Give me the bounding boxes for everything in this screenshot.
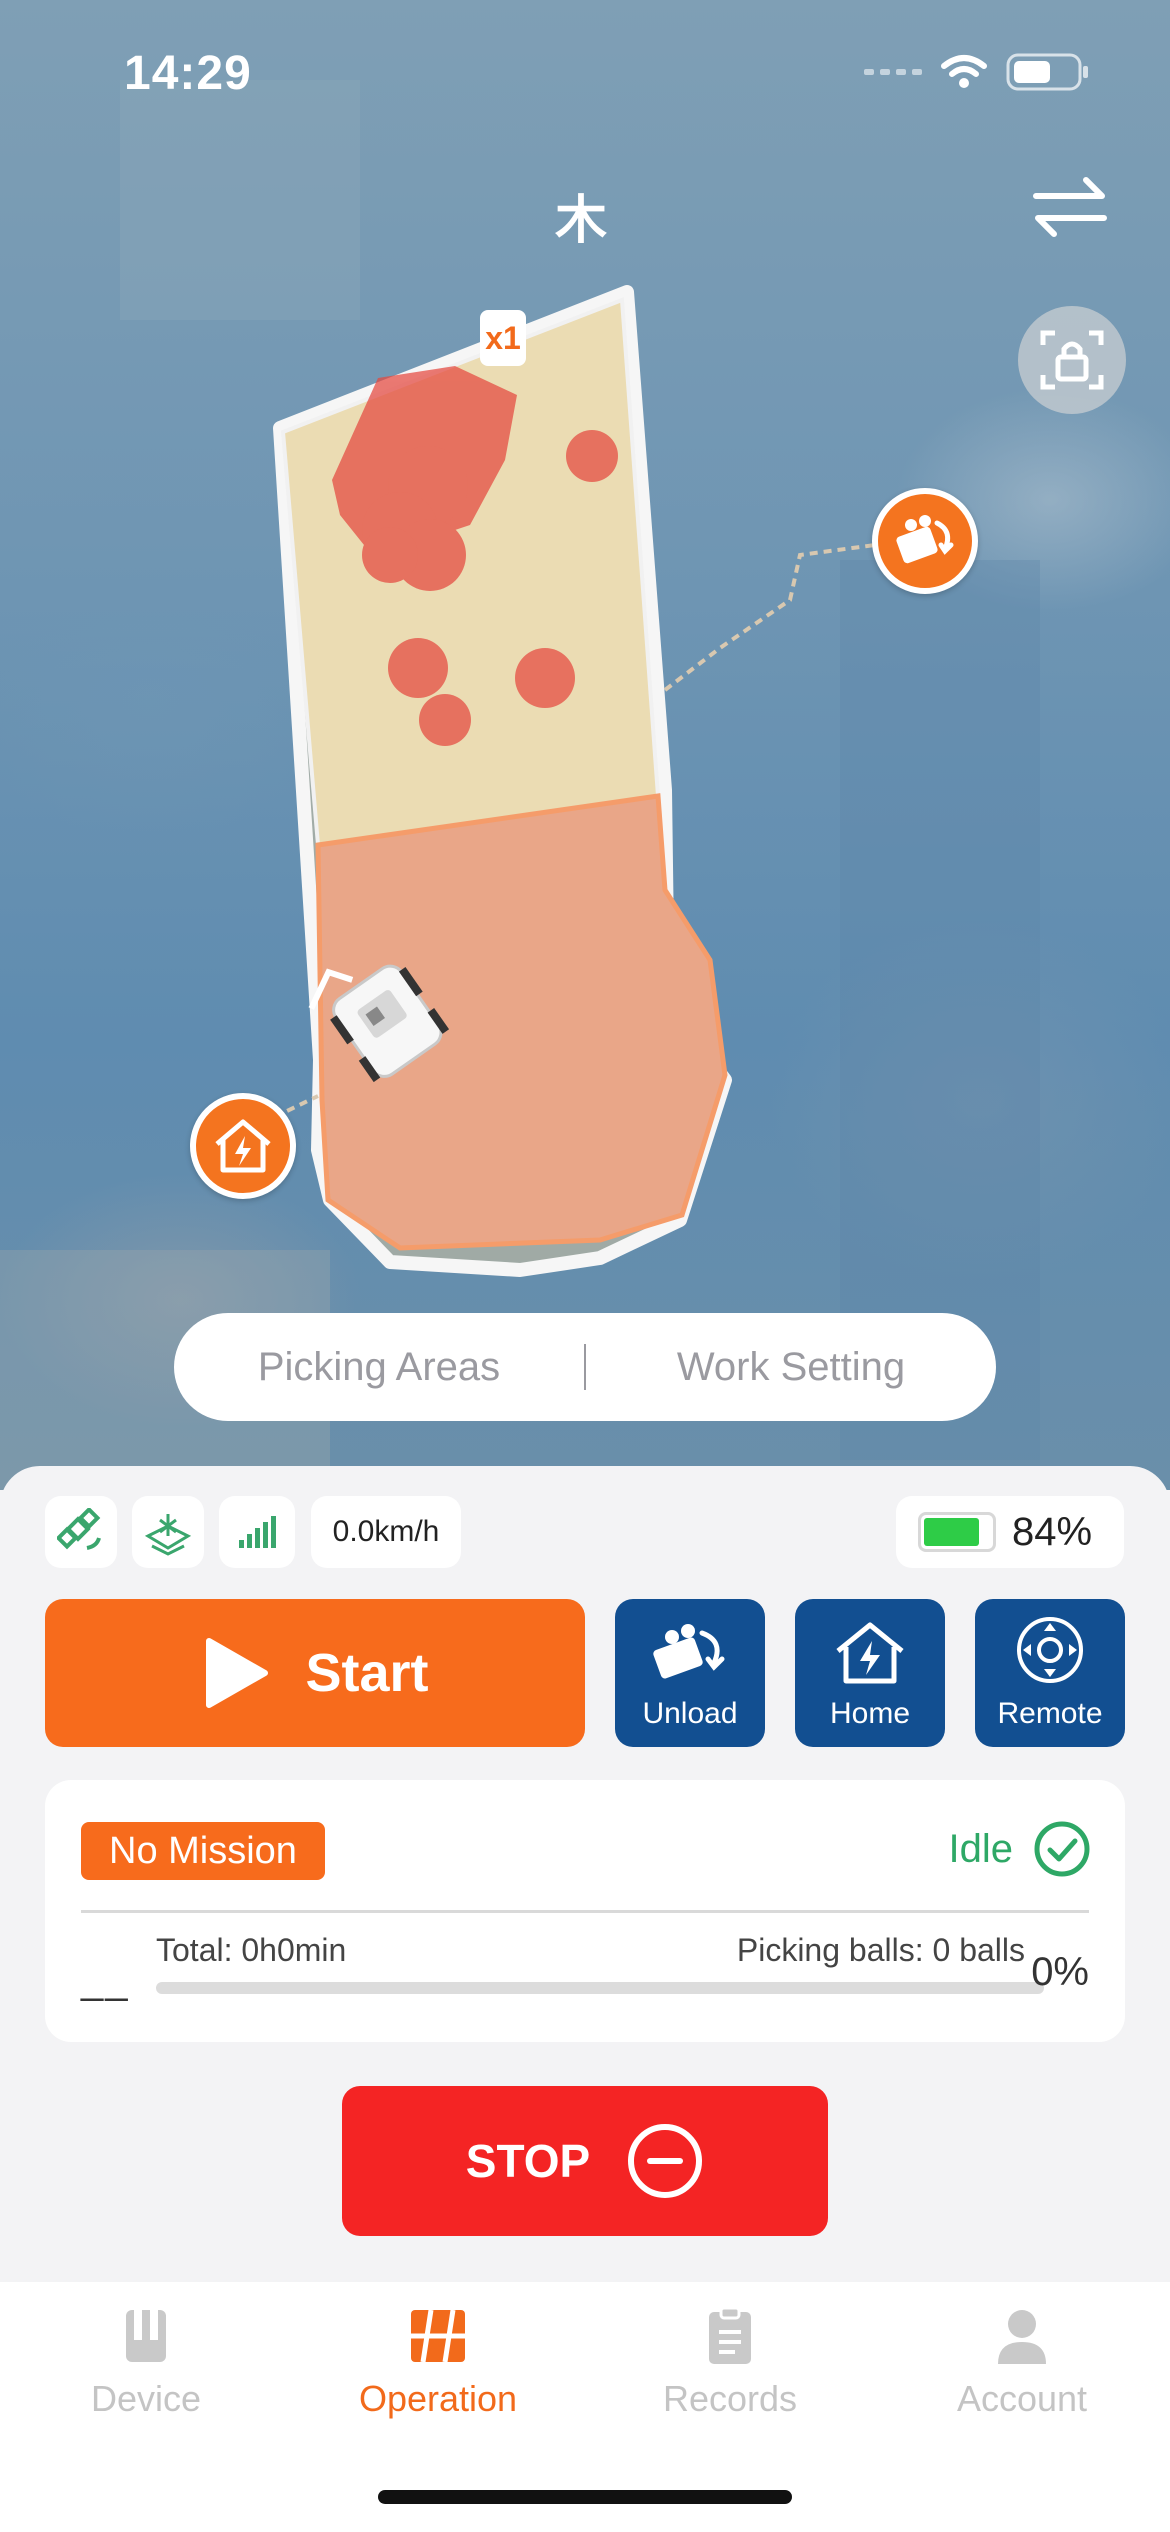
gps-status	[45, 1496, 117, 1568]
mission-placeholder: __	[81, 1958, 130, 2002]
mission-progress-bar	[156, 1982, 1044, 1994]
user-icon	[998, 2310, 1046, 2364]
joystick-icon	[1017, 1617, 1083, 1683]
battery-fill	[924, 1518, 980, 1546]
rtk-status	[132, 1496, 204, 1568]
battery-status-icon	[1006, 53, 1088, 91]
check-circle-icon	[1034, 1821, 1090, 1877]
home-charge-icon	[836, 1622, 904, 1684]
unload-icon	[653, 1624, 725, 1679]
speed-chip: 0.0km/h	[311, 1496, 461, 1568]
tab-device[interactable]: Device	[0, 2282, 292, 2532]
tab-device-label: Device	[90, 2378, 202, 2419]
battery-icon	[918, 1512, 996, 1552]
satellite-icon	[57, 1508, 101, 1550]
home-label: Home	[829, 1697, 911, 1730]
play-icon	[206, 1638, 269, 1708]
clipboard-icon	[709, 2306, 751, 2364]
picking-balls-count: Picking balls: 0 balls	[736, 1932, 1025, 1968]
home-button[interactable]: Home	[795, 1599, 945, 1747]
cellular-signal-icon	[864, 69, 922, 75]
work-setting-tab[interactable]: Work Setting	[586, 1345, 996, 1390]
map-view[interactable]: 14:29 木 x1	[0, 0, 1170, 1490]
remote-button[interactable]: Remote	[975, 1599, 1125, 1747]
unload-icon	[896, 515, 954, 564]
tab-records-label: Records	[662, 2378, 798, 2419]
swap-icon[interactable]	[1030, 172, 1110, 242]
start-button[interactable]: Start	[45, 1599, 585, 1747]
lock-icon	[1040, 330, 1104, 390]
start-label: Start	[305, 1643, 429, 1703]
unload-point-marker[interactable]	[872, 488, 978, 594]
unload-button[interactable]: Unload	[615, 1599, 765, 1747]
operation-icon	[411, 2309, 465, 2363]
mission-badge: No Mission	[81, 1822, 325, 1880]
wifi-icon	[941, 55, 987, 88]
battery-percent: 84%	[1012, 1509, 1093, 1554]
device-icon	[126, 2310, 166, 2362]
network-status	[219, 1496, 295, 1568]
minus-circle-icon	[628, 2124, 703, 2198]
mission-card: No Mission Idle __ Total: 0h0min Picking…	[45, 1780, 1125, 2042]
map-mode-switch: Picking Areas Work Setting	[174, 1313, 996, 1421]
status-time: 14:29	[124, 47, 252, 100]
home-point-marker[interactable]	[190, 1093, 296, 1199]
remote-label: Remote	[997, 1697, 1103, 1730]
tab-account-label: Account	[956, 2378, 1088, 2419]
status-icons	[864, 52, 1090, 92]
map-title: 木	[555, 192, 608, 250]
mission-percent: 0%	[1031, 1950, 1089, 1994]
speed-value: 0.0km/h	[332, 1515, 440, 1548]
picking-areas-tab[interactable]: Picking Areas	[174, 1345, 584, 1390]
mission-divider	[81, 1910, 1089, 1913]
map-lock-button[interactable]	[1018, 306, 1126, 414]
stop-label: STOP	[465, 2135, 591, 2187]
tab-operation-label: Operation	[358, 2378, 518, 2419]
total-time: Total: 0h0min	[156, 1932, 347, 1968]
repeat-count-badge: x1	[480, 310, 526, 366]
home-indicator	[378, 2490, 792, 2504]
rtk-base-icon	[144, 1514, 192, 1556]
tab-account[interactable]: Account	[876, 2282, 1168, 2532]
battery-chip: 84%	[896, 1496, 1124, 1568]
signal-bars-icon	[239, 1516, 276, 1548]
robot-state: Idle	[949, 1820, 1092, 1878]
stop-button[interactable]: STOP	[342, 2086, 828, 2236]
unload-label: Unload	[642, 1697, 738, 1730]
state-label: Idle	[948, 1826, 1014, 1871]
home-charge-icon	[215, 1119, 271, 1173]
